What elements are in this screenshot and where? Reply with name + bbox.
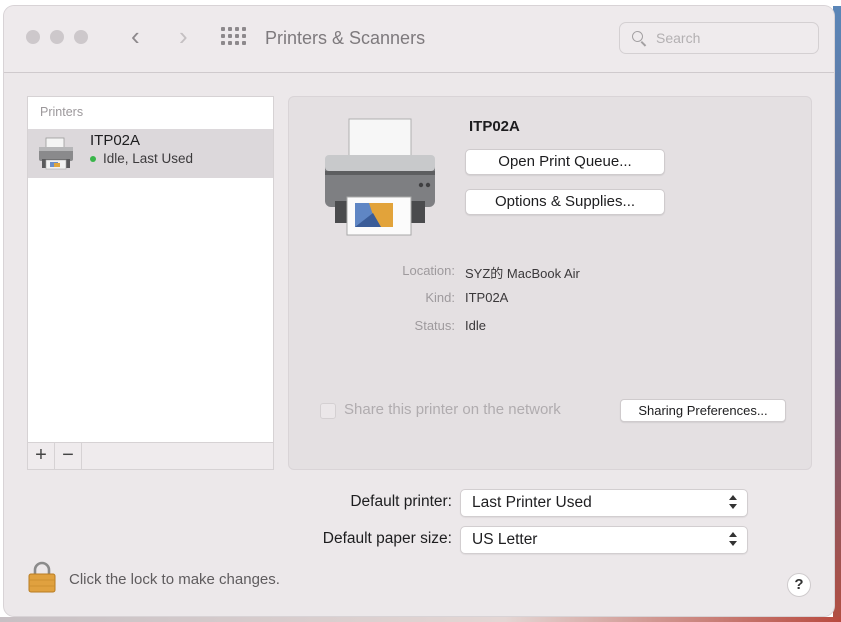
kind-label: Kind: [425, 290, 455, 305]
close-window-button[interactable] [26, 30, 40, 44]
status-dot-icon [90, 156, 96, 162]
status-label: Status: [414, 318, 455, 333]
toolbar: ‹ › Printers & Scanners Search [4, 6, 834, 73]
desktop-edge-bottom [0, 617, 841, 622]
search-icon [632, 31, 643, 42]
remove-printer-button[interactable]: − [55, 443, 82, 469]
forward-icon[interactable]: › [179, 23, 188, 49]
printer-icon [39, 137, 73, 170]
printer-detail-panel: ITP02A Open Print Queue... Options & Sup… [288, 96, 812, 470]
show-all-grid-icon[interactable] [221, 27, 247, 47]
lock-icon[interactable] [28, 561, 56, 593]
window-title: Printers & Scanners [265, 28, 426, 48]
help-button[interactable]: ? [787, 573, 811, 597]
location-label: Location: [402, 263, 455, 278]
printers-list: Printers ITP02A Idle, Last Used [27, 96, 274, 444]
default-printer-value: Last Printer Used [472, 494, 592, 511]
search-placeholder: Search [656, 30, 701, 46]
default-printer-label: Default printer: [350, 493, 452, 510]
printer-name: ITP02A [90, 132, 141, 149]
preferences-window: ‹ › Printers & Scanners Search Printers [4, 6, 834, 616]
chevron-updown-icon [729, 531, 737, 547]
printer-list-item[interactable]: ITP02A Idle, Last Used [28, 129, 273, 178]
lock-message: Click the lock to make changes. [69, 571, 280, 588]
default-printer-select[interactable]: Last Printer Used [460, 489, 748, 517]
status-value: Idle [465, 318, 486, 333]
share-printer-checkbox[interactable] [320, 403, 336, 419]
back-icon[interactable]: ‹ [131, 23, 140, 49]
options-supplies-button[interactable]: Options & Supplies... [465, 189, 665, 215]
add-printer-button[interactable]: + [28, 443, 55, 469]
printer-large-icon [325, 118, 435, 236]
zoom-window-button[interactable] [74, 30, 88, 44]
share-printer-label: Share this printer on the network [344, 401, 561, 418]
printer-title: ITP02A [469, 118, 520, 135]
location-value: SYZ的 MacBook Air [465, 266, 580, 281]
default-paper-size-label: Default paper size: [322, 530, 452, 547]
open-print-queue-button[interactable]: Open Print Queue... [465, 149, 665, 175]
desktop-edge-right [833, 6, 841, 618]
chevron-updown-icon [729, 494, 737, 510]
list-controls: + − [27, 442, 274, 470]
default-paper-size-select[interactable]: US Letter [460, 526, 748, 554]
search-field[interactable]: Search [619, 22, 819, 54]
sharing-preferences-button[interactable]: Sharing Preferences... [620, 399, 786, 422]
kind-value: ITP02A [465, 290, 509, 305]
default-paper-size-value: US Letter [472, 531, 538, 548]
printers-list-header: Printers [40, 105, 84, 119]
minimize-window-button[interactable] [50, 30, 64, 44]
printer-status: Idle, Last Used [103, 151, 194, 166]
